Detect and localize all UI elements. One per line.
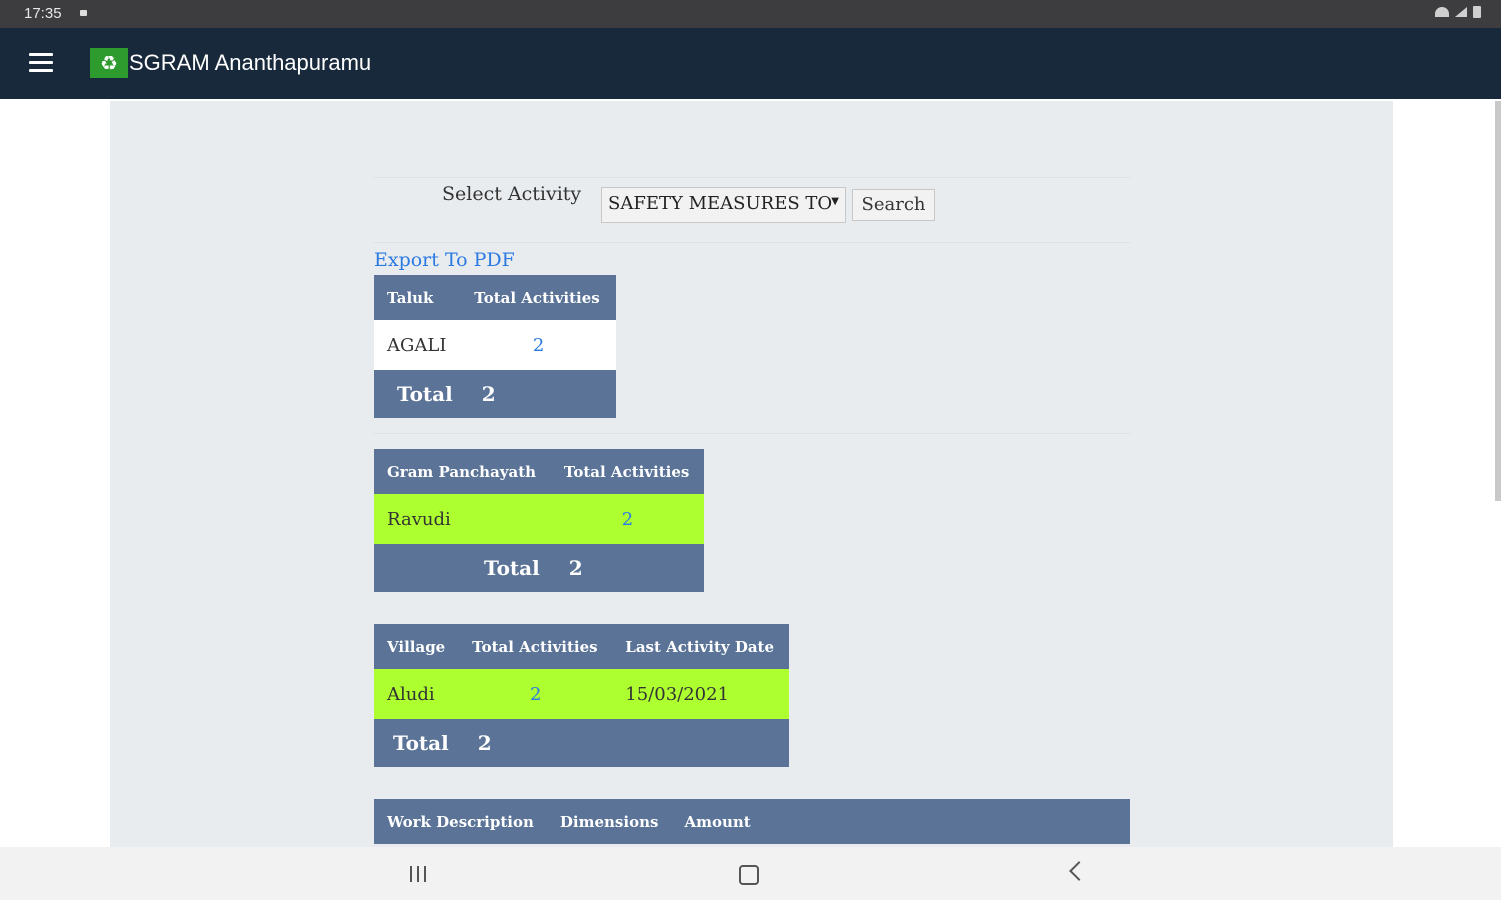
taluk-total-link[interactable]: 2 — [533, 335, 544, 356]
taluk-name: AGALI — [374, 320, 462, 370]
work-table: Work Description Dimensions Amount — [374, 799, 1130, 844]
taluk-table: Taluk Total Activities AGALI 2 Total 2 — [374, 275, 616, 418]
village-total-link[interactable]: 2 — [530, 684, 541, 705]
column-header: Gram Panchayath — [374, 449, 551, 494]
total-row: Total 2 — [374, 370, 616, 418]
table-header-row: Work Description Dimensions Amount — [374, 799, 1130, 844]
column-header: Taluk — [374, 275, 462, 320]
panchayath-name: Ravudi — [374, 494, 551, 544]
column-header: Dimensions — [546, 799, 672, 844]
column-header: Total Activities — [461, 275, 616, 320]
table-row: AGALI 2 — [374, 320, 616, 370]
divider — [374, 433, 1130, 434]
table-header-row: Village Total Activities Last Activity D… — [374, 624, 789, 669]
column-header: Total Activities — [550, 449, 704, 494]
divider — [374, 242, 1130, 243]
dropdown-arrow-icon: ▼ — [831, 196, 839, 207]
export-pdf-link[interactable]: Export To PDF — [374, 249, 515, 271]
app-title: SGRAM Ananthapuramu — [129, 50, 372, 75]
total-label: Total — [397, 382, 453, 406]
search-button[interactable]: Search — [852, 189, 935, 221]
select-activity-label: Select Activity — [442, 183, 582, 205]
signal-icon — [1455, 7, 1467, 17]
activity-select-value: SAFETY MEASURES TO — [608, 193, 833, 214]
column-header: Total Activities — [459, 624, 613, 669]
app-bar: ♻ SGRAM Ananthapuramu — [0, 28, 1501, 99]
battery-icon — [1473, 6, 1481, 18]
wifi-icon — [1435, 7, 1449, 17]
status-time: 17:35 — [24, 5, 62, 22]
scrollbar[interactable] — [1495, 101, 1501, 501]
home-icon[interactable] — [739, 865, 759, 885]
notification-icon — [80, 10, 87, 16]
system-icons — [1435, 6, 1481, 18]
column-header: Amount — [671, 799, 1130, 844]
activity-select[interactable]: SAFETY MEASURES TO ▼ — [601, 187, 846, 223]
system-nav-bar — [0, 847, 1501, 900]
table-row: Ravudi 2 — [374, 494, 704, 544]
table-header-row: Taluk Total Activities — [374, 275, 616, 320]
column-header: Village — [374, 624, 460, 669]
status-bar: 17:35 — [0, 0, 1501, 28]
village-name: Aludi — [374, 669, 460, 719]
total-value: 2 — [568, 556, 583, 580]
main-content: Select Activity SAFETY MEASURES TO ▼ Sea… — [110, 101, 1393, 847]
column-header: Work Description — [374, 799, 547, 844]
column-header: Last Activity Date — [612, 624, 789, 669]
divider — [374, 177, 1130, 178]
total-label: Total — [393, 731, 449, 755]
table-header-row: Gram Panchayath Total Activities — [374, 449, 704, 494]
recents-icon[interactable] — [410, 866, 429, 882]
table-row: Aludi 2 15/03/2021 — [374, 669, 789, 719]
panchayath-table: Gram Panchayath Total Activities Ravudi … — [374, 449, 704, 592]
back-icon[interactable] — [1069, 861, 1089, 881]
total-row: Total 2 — [374, 719, 789, 767]
app-logo: ♻ — [90, 48, 128, 78]
total-value: 2 — [481, 382, 496, 406]
menu-icon[interactable] — [29, 53, 53, 73]
total-label: Total — [484, 556, 540, 580]
last-activity-date: 15/03/2021 — [612, 669, 789, 719]
village-table: Village Total Activities Last Activity D… — [374, 624, 789, 767]
panchayath-total-link[interactable]: 2 — [622, 509, 633, 530]
total-value: 2 — [477, 731, 492, 755]
total-row: Total 2 — [374, 544, 704, 592]
